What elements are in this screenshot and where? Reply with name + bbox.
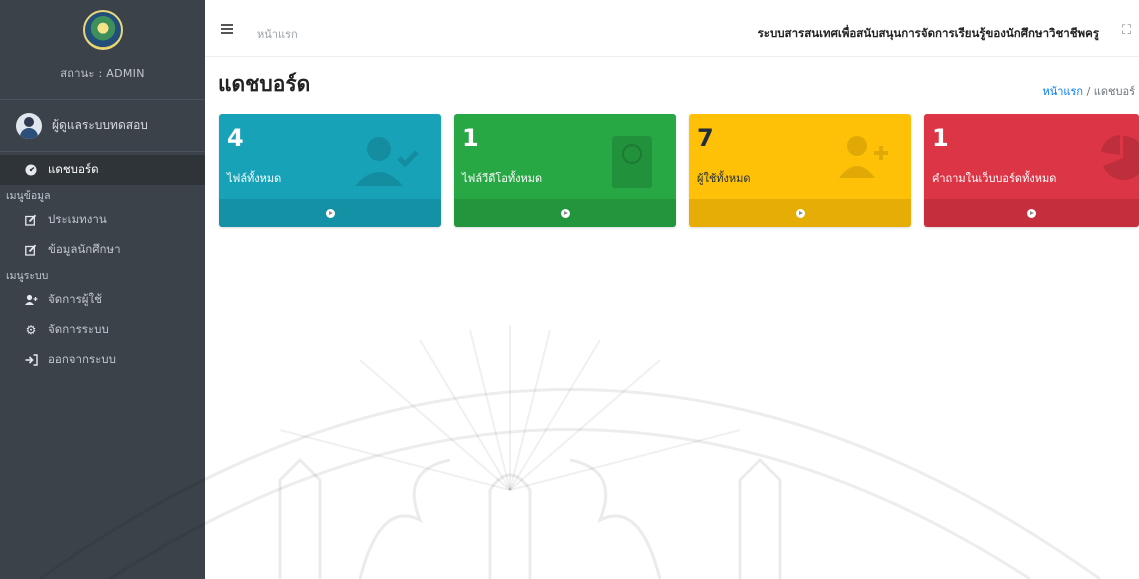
arrow-circle-right-icon	[1027, 208, 1036, 218]
stat-label: คำถามในเว็บบอร์ดทั้งหมด	[932, 172, 1057, 185]
arrow-circle-right-icon	[560, 208, 570, 218]
sidebar-item-label: จัดการผู้ใช้	[48, 292, 102, 306]
stat-box-users: 7 ผู้ใช้ทั้งหมด	[689, 114, 911, 227]
edit-icon	[24, 214, 38, 226]
university-logo[interactable]	[82, 10, 123, 50]
brand: สถานะ : ADMIN	[0, 0, 205, 100]
edit-icon	[24, 244, 38, 256]
user-name[interactable]: ผู้ดูแลระบบทดสอบ	[52, 116, 148, 135]
top-home-link[interactable]: หน้าแรก	[257, 25, 298, 43]
more-info-link[interactable]	[689, 199, 911, 227]
chart-pie-icon	[1099, 134, 1139, 190]
sidebar-item-label: ออกจากระบบ	[48, 352, 116, 366]
fullscreen-icon[interactable]: ⛶	[1122, 23, 1131, 38]
more-info-link[interactable]	[219, 199, 441, 227]
sidebar-item-manage-users[interactable]: จัดการผู้ใช้	[0, 285, 205, 315]
system-title: ระบบสารสนเทศเพื่อสนับสนุนการจัดการเรียนร…	[757, 26, 1099, 40]
breadcrumb-current: แดชบอร์	[1093, 85, 1135, 98]
sidebar: สถานะ : ADMIN ผู้ดูแลระบบทดสอบ แดชบอร์ด …	[0, 0, 205, 579]
arrow-circle-right-icon	[325, 208, 335, 218]
dashboard-icon	[24, 164, 38, 176]
sidebar-item-label: ข้อมูลนักศึกษา	[48, 242, 121, 256]
page-title: แดชบอร์ด	[218, 72, 311, 96]
avatar	[16, 112, 42, 139]
sidebar-item-work-assessment[interactable]: ประเมทงาน	[0, 205, 205, 235]
stat-box-webboard-questions: 1 คำถามในเว็บบอร์ดทั้งหมด	[924, 114, 1139, 227]
stat-label: ไฟล์ทั้งหมด	[227, 172, 282, 185]
stat-count: 7	[697, 124, 714, 152]
stat-count: 1	[932, 124, 949, 152]
top-navbar: หน้าแรก ระบบสารสนเทศเพื่อสนับสนุนการจัดก…	[205, 0, 1139, 57]
arrow-circle-right-icon	[795, 208, 805, 218]
menu-system-header: เมนูระบบ	[6, 269, 49, 282]
user-plus-icon	[24, 294, 38, 306]
stat-label: ไฟล์วีดีโอทั้งหมด	[462, 172, 543, 185]
menu-data-header: เมนูข้อมูล	[6, 189, 51, 202]
sidebar-item-label: ประเมทงาน	[48, 212, 107, 226]
stat-count: 4	[227, 124, 244, 152]
sidebar-item-manage-system[interactable]: ⚙ จัดการระบบ	[0, 315, 205, 345]
sign-out-icon	[24, 354, 38, 366]
user-check-icon	[355, 134, 419, 194]
stat-box-videos: 1 ไฟล์วีดีโอทั้งหมด	[454, 114, 676, 227]
more-info-link[interactable]	[924, 199, 1139, 227]
gear-icon: ⚙	[25, 323, 37, 337]
user-panel[interactable]: ผู้ดูแลระบบทดสอบ	[0, 100, 205, 152]
stat-box-files: 4 ไฟล์ทั้งหมด	[219, 114, 441, 227]
user-plus-icon	[839, 134, 889, 186]
more-info-link[interactable]	[454, 199, 676, 227]
sidebar-item-logout[interactable]: ออกจากระบบ	[0, 345, 205, 375]
stat-label: ผู้ใช้ทั้งหมด	[697, 172, 751, 185]
menu-toggle-icon[interactable]	[221, 24, 233, 36]
breadcrumb: หน้าแรก / แดชบอร์	[1042, 82, 1135, 100]
breadcrumb-separator: /	[1086, 85, 1091, 98]
breadcrumb-home[interactable]: หน้าแรก	[1042, 85, 1083, 98]
book-icon	[610, 134, 654, 198]
sidebar-item-student-data[interactable]: ข้อมูลนักศึกษา	[0, 235, 205, 265]
stat-count: 1	[462, 124, 479, 152]
sidebar-item-label: แดชบอร์ด	[48, 162, 99, 176]
user-status: สถานะ : ADMIN	[60, 67, 145, 80]
sidebar-item-label: จัดการระบบ	[48, 322, 109, 336]
sidebar-item-dashboard[interactable]: แดชบอร์ด	[0, 155, 205, 185]
